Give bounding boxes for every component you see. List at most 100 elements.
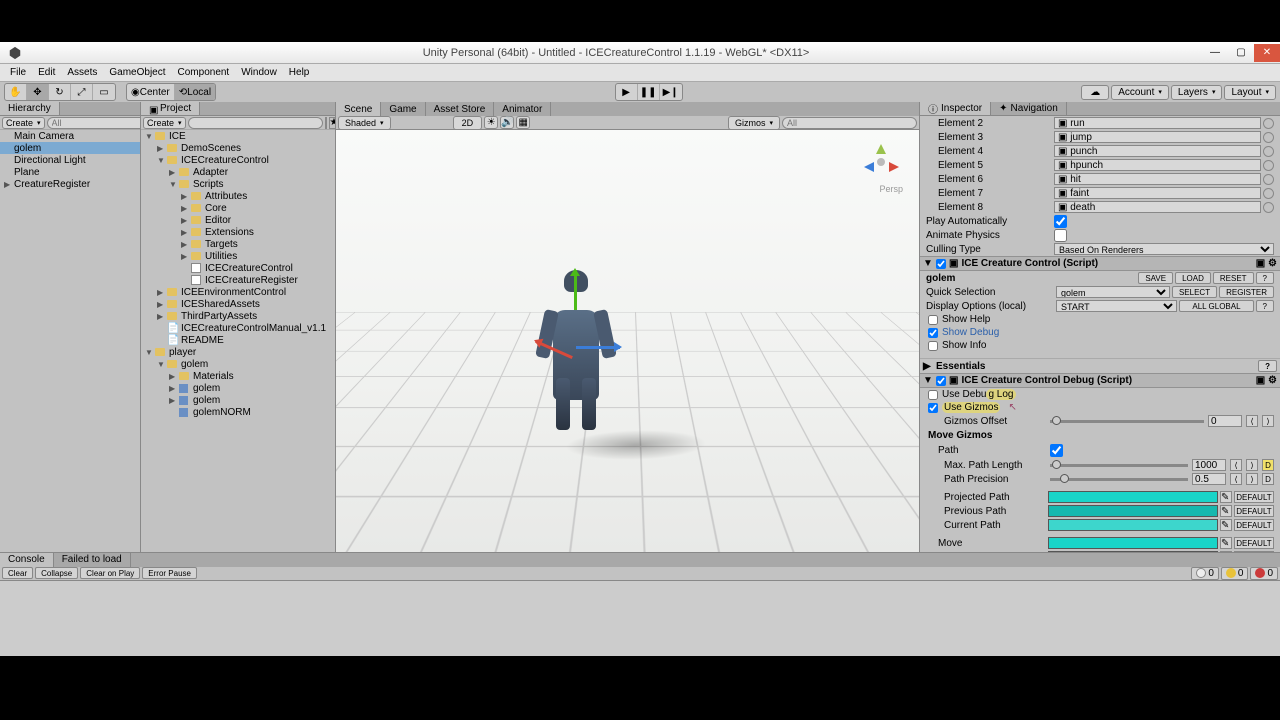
project-item[interactable]: ▶ICEEnvironmentControl [141, 286, 335, 298]
info-count[interactable]: 0 [1191, 567, 1219, 580]
help-essentials[interactable]: ? [1258, 360, 1277, 372]
element-field[interactable]: ▣ jump [1054, 131, 1261, 143]
fold-essentials[interactable]: ▶ [923, 361, 933, 372]
project-item[interactable]: ▶ICESharedAssets [141, 298, 335, 310]
project-item[interactable]: ▼player [141, 346, 335, 358]
menu-help[interactable]: Help [283, 67, 316, 78]
project-item[interactable]: ▶Materials [141, 370, 335, 382]
chk-anim-phys[interactable] [1054, 229, 1067, 242]
element-field[interactable]: ▣ death [1054, 201, 1261, 213]
project-item[interactable]: ▶Adapter [141, 166, 335, 178]
object-picker-icon[interactable] [1263, 202, 1274, 213]
max-path-slider[interactable] [1050, 464, 1188, 467]
project-item[interactable]: ▼golem [141, 358, 335, 370]
project-tree[interactable]: ▼ICE▶DemoScenes▼ICECreatureControl▶Adapt… [141, 130, 335, 552]
tab-scene[interactable]: Scene [336, 102, 381, 116]
chk-play-auto[interactable] [1054, 215, 1067, 228]
rect-tool-icon[interactable]: ▭ [93, 84, 115, 100]
project-item[interactable]: ▶Extensions [141, 226, 335, 238]
project-item[interactable]: ▼ICECreatureControl [141, 154, 335, 166]
gizmo-y-axis-icon[interactable] [574, 270, 577, 310]
collapse-button[interactable]: Collapse [35, 567, 78, 579]
path-prec-val[interactable]: 0.5 [1192, 473, 1226, 485]
prev-path-color[interactable] [1048, 505, 1218, 517]
project-item[interactable]: ▼Scripts [141, 178, 335, 190]
project-search[interactable] [188, 117, 323, 129]
pivot-local[interactable]: ⟲ Local [175, 84, 215, 100]
reset-button[interactable]: RESET [1213, 272, 1254, 284]
chk-show-help[interactable] [928, 315, 938, 325]
chk-use-gizmos[interactable] [928, 403, 938, 413]
chk-show-info[interactable] [928, 341, 938, 351]
maximize-button[interactable]: ▢ [1228, 44, 1254, 62]
rotate-tool-icon[interactable]: ↻ [49, 84, 71, 100]
element-field[interactable]: ▣ faint [1054, 187, 1261, 199]
path-prec-slider[interactable] [1050, 478, 1188, 481]
shading-dropdown[interactable]: Shaded [338, 116, 391, 130]
giz-off-slider[interactable] [1050, 420, 1204, 423]
hierarchy-item[interactable]: golem [0, 142, 140, 154]
element-field[interactable]: ▣ hpunch [1054, 159, 1261, 171]
tab-console[interactable]: Console [0, 553, 54, 567]
minimize-button[interactable]: — [1202, 44, 1228, 62]
object-picker-icon[interactable] [1263, 174, 1274, 185]
clear-on-play-button[interactable]: Clear on Play [80, 567, 140, 579]
proj-path-color[interactable] [1048, 491, 1218, 503]
move-color[interactable] [1048, 537, 1218, 549]
help-button[interactable]: ? [1256, 272, 1274, 284]
error-count[interactable]: 0 [1250, 567, 1278, 580]
hierarchy-tree[interactable]: Main CameragolemDirectional LightPlane▶C… [0, 130, 140, 552]
menu-window[interactable]: Window [235, 67, 283, 78]
project-item[interactable]: ▶Core [141, 202, 335, 214]
giz-off-val[interactable]: 0 [1208, 415, 1242, 427]
quick-select[interactable]: golem [1056, 286, 1170, 298]
element-field[interactable]: ▣ hit [1054, 173, 1261, 185]
hand-tool-icon[interactable]: ✋ [5, 84, 27, 100]
default-button[interactable]: DEFAULT [1234, 491, 1274, 503]
curr-path-color[interactable] [1048, 519, 1218, 531]
hierarchy-item[interactable]: Directional Light [0, 154, 140, 166]
menu-assets[interactable]: Assets [61, 67, 103, 78]
error-pause-button[interactable]: Error Pause [142, 567, 197, 579]
gizmos-dropdown[interactable]: Gizmos [728, 116, 780, 130]
btn-lt[interactable]: ⟨ [1246, 415, 1258, 427]
fold-icon-2[interactable]: ▼ [923, 375, 933, 386]
project-item[interactable]: 📄README [141, 334, 335, 346]
tab-animator[interactable]: Animator [494, 102, 551, 116]
project-item[interactable]: ▶Targets [141, 238, 335, 250]
tab-assetstore[interactable]: Asset Store [426, 102, 495, 116]
warn-count[interactable]: 0 [1221, 567, 1249, 580]
element-field[interactable]: ▣ punch [1054, 145, 1261, 157]
project-item[interactable]: ▶golem [141, 382, 335, 394]
project-item[interactable]: ▶Attributes [141, 190, 335, 202]
inspector-body[interactable]: Element 2▣ runElement 3▣ jumpElement 4▣ … [920, 116, 1280, 552]
project-item[interactable]: ▶Editor [141, 214, 335, 226]
tab-hierarchy[interactable]: Hierarchy [0, 102, 60, 115]
select-button[interactable]: SELECT [1172, 286, 1217, 298]
object-picker-icon[interactable] [1263, 118, 1274, 129]
scene-view[interactable]: Persp [336, 130, 919, 552]
pivot-center[interactable]: ◉ Center [127, 84, 175, 100]
close-button[interactable]: ✕ [1254, 44, 1280, 62]
clear-button[interactable]: Clear [2, 567, 33, 579]
project-item[interactable]: ▶Utilities [141, 250, 335, 262]
tab-inspector[interactable]: ⓘ Inspector [920, 102, 991, 115]
layout-dropdown[interactable]: Layout [1224, 85, 1276, 100]
hierarchy-item[interactable]: Main Camera [0, 130, 140, 142]
chk-path[interactable] [1050, 444, 1063, 457]
light-icon[interactable]: ☀ [484, 116, 498, 129]
tab-navigation[interactable]: ✦ Navigation [991, 102, 1067, 115]
disp-select[interactable]: START [1056, 300, 1177, 312]
step-button-icon[interactable]: ▶❙ [660, 84, 682, 100]
pause-button-icon[interactable]: ❚❚ [638, 84, 660, 100]
register-button[interactable]: REGISTER [1219, 286, 1274, 298]
chk-use-log[interactable] [928, 390, 938, 400]
culling-select[interactable]: Based On Renderers [1054, 243, 1274, 255]
account-dropdown[interactable]: Account [1111, 85, 1169, 100]
audio-icon[interactable]: 🔊 [500, 116, 514, 129]
project-item[interactable]: ▶ThirdPartyAssets [141, 310, 335, 322]
object-picker-icon[interactable] [1263, 146, 1274, 157]
play-button-icon[interactable]: ▶ [616, 84, 638, 100]
object-picker-icon[interactable] [1263, 160, 1274, 171]
menu-component[interactable]: Component [172, 67, 236, 78]
